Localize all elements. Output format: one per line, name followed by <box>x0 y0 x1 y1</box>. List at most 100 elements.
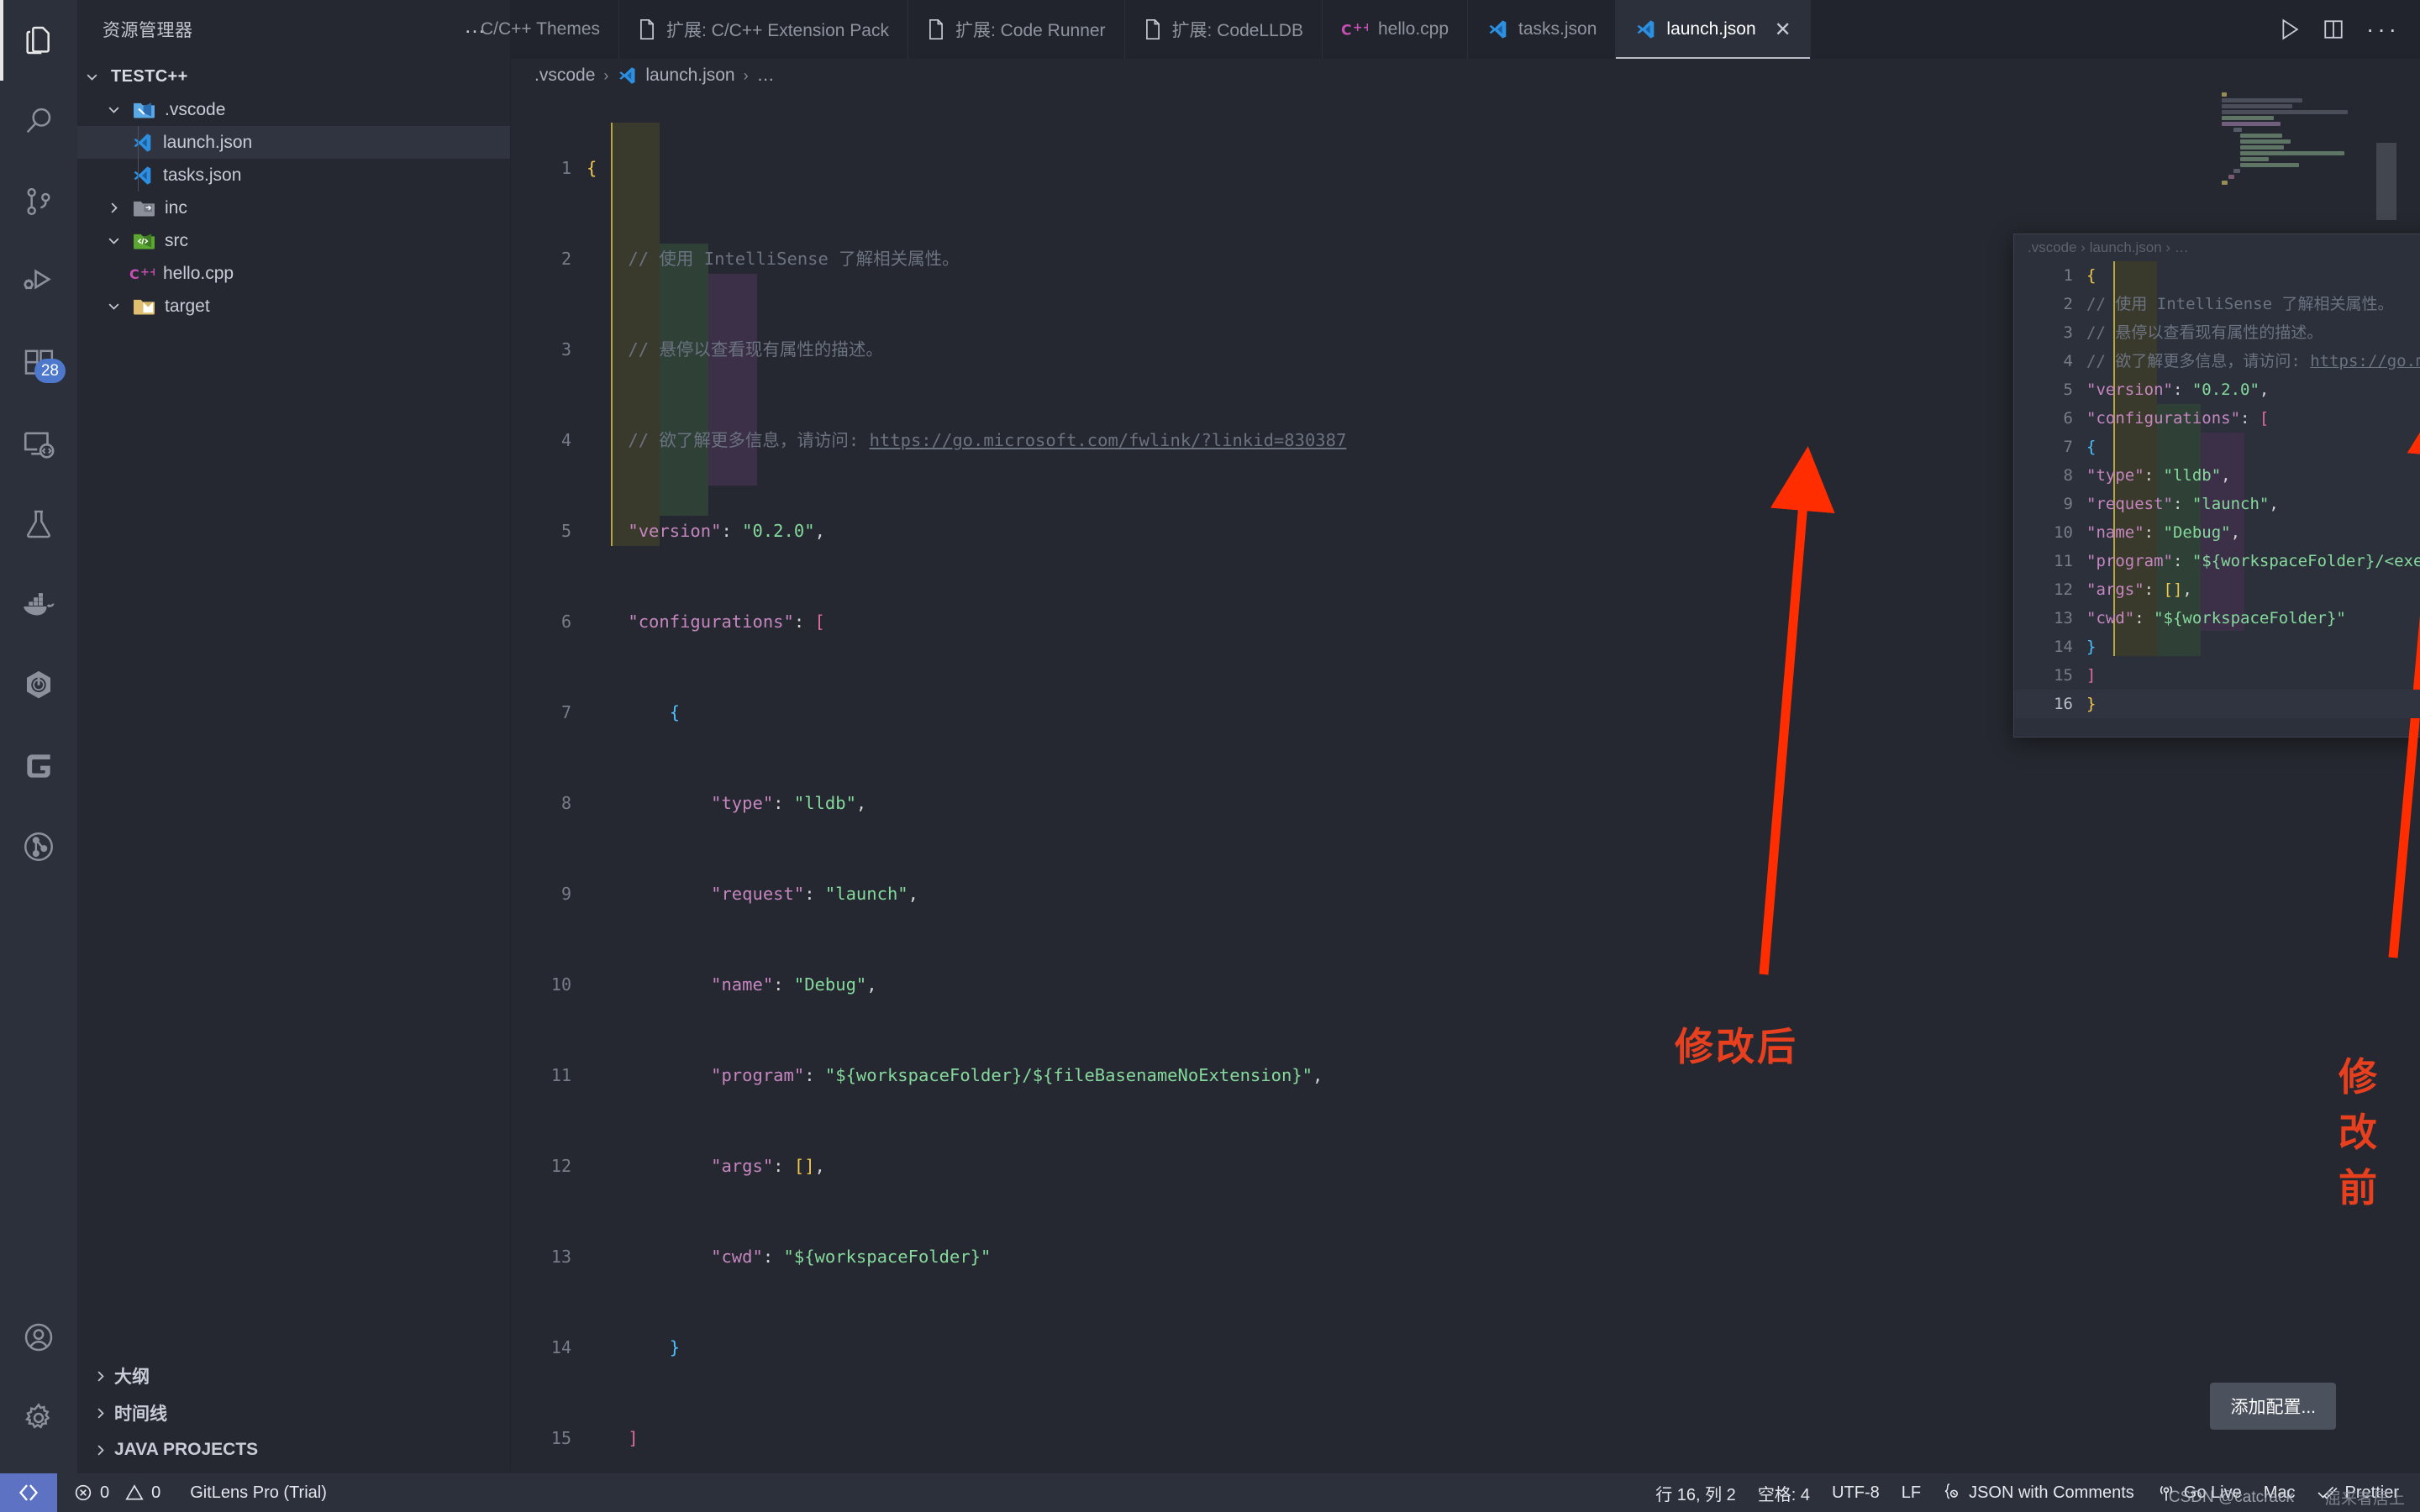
line-number: 12 <box>550 1156 571 1176</box>
tab-cpp-extension-pack[interactable]: 扩展: C/C++ Extension Pack <box>619 0 908 59</box>
code-line: 15 ] <box>2014 661 2420 690</box>
code-line: 15 ] <box>511 1423 2420 1453</box>
chevron-right-icon <box>99 200 128 216</box>
activity-item-extensions[interactable]: 28 <box>0 323 77 403</box>
sidebar-title: 资源管理器 <box>103 21 193 40</box>
tree-item-src-folder[interactable]: src <box>77 224 510 257</box>
activity-item-run-and-debug[interactable] <box>0 242 77 323</box>
tree-item-root[interactable]: TESTC++ <box>77 60 510 93</box>
activity-item-remote-explorer[interactable] <box>0 403 77 484</box>
tree-item-hello-cpp[interactable]: C ++ hello.cpp <box>77 257 510 290</box>
chevron-right-icon <box>86 1405 114 1421</box>
line-number: 9 <box>2063 495 2073 513</box>
account-icon <box>22 1320 55 1354</box>
vscode-file-icon <box>1634 18 1656 40</box>
chevron-down-icon <box>99 298 128 314</box>
status-indentation[interactable]: 空格: 4 <box>1747 1473 1821 1512</box>
code-line: 9 "request": "launch", <box>511 879 2420 909</box>
code-line: 14 } <box>511 1332 2420 1362</box>
tab-tasks-json[interactable]: tasks.json <box>1468 0 1617 59</box>
tab-code-runner[interactable]: 扩展: Code Runner <box>908 0 1125 59</box>
activity-item-accounts[interactable] <box>0 1297 77 1378</box>
activity-item-explorer[interactable] <box>0 0 77 81</box>
tree-item-label: target <box>165 296 210 316</box>
docker-icon <box>20 590 57 620</box>
comment-url-link[interactable]: https://go.microsoft.com/fwlink/?linkid=… <box>870 430 1347 450</box>
status-gitlens[interactable]: GitLens Pro (Trial) <box>171 1473 338 1512</box>
tab-cpp-themes[interactable]: C/C++ Themes <box>481 0 620 59</box>
tree-item-launch-json[interactable]: launch.json <box>77 126 510 159</box>
status-cursor-position[interactable]: 行 16, 列 2 <box>1644 1473 1747 1512</box>
sidebar-section-label: 时间线 <box>114 1404 167 1424</box>
program-value-before: ${workspaceFolder}/<executable file> <box>2202 552 2420 570</box>
code-line: 14 } <box>2014 633 2420 661</box>
vscode-file-icon <box>126 132 158 154</box>
status-problems[interactable]: 0 0 <box>57 1473 171 1512</box>
indent-guide <box>138 126 139 159</box>
close-icon[interactable]: ✕ <box>1775 18 1791 42</box>
extensions-badge: 28 <box>34 359 66 383</box>
svg-text:C: C <box>1341 22 1352 39</box>
code-line: 11 "program": "${workspaceFolder}/${file… <box>511 1060 2420 1090</box>
code-line: 8 "type": "lldb", <box>511 788 2420 818</box>
sidebar-section-timeline[interactable]: 时间线 <box>77 1394 510 1431</box>
project-graph-icon <box>21 829 56 864</box>
activity-item-source-control[interactable] <box>0 161 77 242</box>
file-icon <box>1144 18 1162 40</box>
status-eol[interactable]: LF <box>1891 1473 1932 1512</box>
code-line: 5 "version": "0.2.0", <box>2014 375 2420 404</box>
breadcrumb: .vscode › launch.json › … <box>511 59 2420 92</box>
comment-url-link[interactable]: https://go.microsoft.com/fwlink/?linkid=… <box>2310 352 2420 370</box>
file-icon <box>927 18 945 40</box>
activity-item-spring-boot[interactable] <box>0 645 77 726</box>
tab-codelldb[interactable]: 扩展: CodeLLDB <box>1124 0 1323 59</box>
code-line: 3 // 悬停以查看现有属性的描述。 <box>2014 318 2420 347</box>
chevron-down-icon <box>99 233 128 249</box>
status-remote-button[interactable] <box>0 1473 57 1512</box>
sidebar-section-java-projects[interactable]: JAVA PROJECTS <box>77 1431 510 1468</box>
tab-hello-cpp[interactable]: C ++ hello.cpp <box>1322 0 1469 59</box>
tree-item-label: TESTC++ <box>111 67 188 86</box>
status-language-mode[interactable]: JSON with Comments <box>1932 1473 2145 1512</box>
tree-item-target-folder[interactable]: target <box>77 290 510 323</box>
editor-code-region[interactable]: 1{ 2 // 使用 IntelliSense 了解相关属性。 3 // 悬停以… <box>511 92 2420 1473</box>
ellipsis-icon[interactable]: ··· <box>2366 18 2400 41</box>
tab-label: tasks.json <box>1518 19 1597 39</box>
breadcrumb-part-file[interactable]: launch.json <box>645 66 734 86</box>
tree-item-tasks-json[interactable]: tasks.json <box>77 159 510 192</box>
line-number: 10 <box>2054 523 2073 542</box>
tab-label: launch.json <box>1666 19 1756 39</box>
activity-item-project-manager[interactable] <box>0 806 77 887</box>
error-icon <box>74 1483 92 1502</box>
breadcrumb-part-symbol[interactable]: … <box>757 66 775 86</box>
editor-tab-bar: C/C++ Themes 扩展: C/C++ Extension Pack 扩展… <box>481 0 2420 59</box>
code-line: 13 "cwd": "${workspaceFolder}" <box>511 1242 2420 1272</box>
warning-icon <box>125 1483 144 1502</box>
code-line: 12 "args": [], <box>511 1151 2420 1181</box>
activity-item-testing[interactable] <box>0 484 77 564</box>
activity-item-manage[interactable] <box>0 1378 77 1458</box>
sidebar-header: 资源管理器 … <box>77 0 510 59</box>
sidebar-section-outline[interactable]: 大纲 <box>77 1357 510 1394</box>
code-comment: // 使用 IntelliSense 了解相关属性。 <box>587 249 960 269</box>
activity-item-gitlens[interactable] <box>0 726 77 806</box>
tree-item-label: src <box>165 230 188 250</box>
activity-item-docker[interactable] <box>0 564 77 645</box>
split-editor-icon[interactable] <box>2323 18 2344 40</box>
spring-boot-icon <box>21 668 56 703</box>
line-number: 2 <box>2063 295 2073 313</box>
tab-launch-json[interactable]: launch.json ✕ <box>1616 0 1811 59</box>
status-encoding[interactable]: UTF-8 <box>1821 1473 1891 1512</box>
gear-icon <box>22 1401 55 1435</box>
play-icon[interactable] <box>2279 18 2301 41</box>
line-number: 3 <box>2063 323 2073 342</box>
tree-item-vscode-folder[interactable]: .vscode <box>77 93 510 126</box>
activity-item-search[interactable] <box>0 81 77 161</box>
tab-label: C/C++ Themes <box>481 19 601 39</box>
breadcrumb-part-folder[interactable]: .vscode <box>534 66 595 86</box>
line-number: 16 <box>2054 695 2073 713</box>
activity-bar-bottom <box>0 1297 77 1473</box>
tree-item-inc-folder[interactable]: inc <box>77 192 510 224</box>
json-braces-icon <box>1943 1483 1961 1503</box>
line-number: 6 <box>560 612 571 632</box>
